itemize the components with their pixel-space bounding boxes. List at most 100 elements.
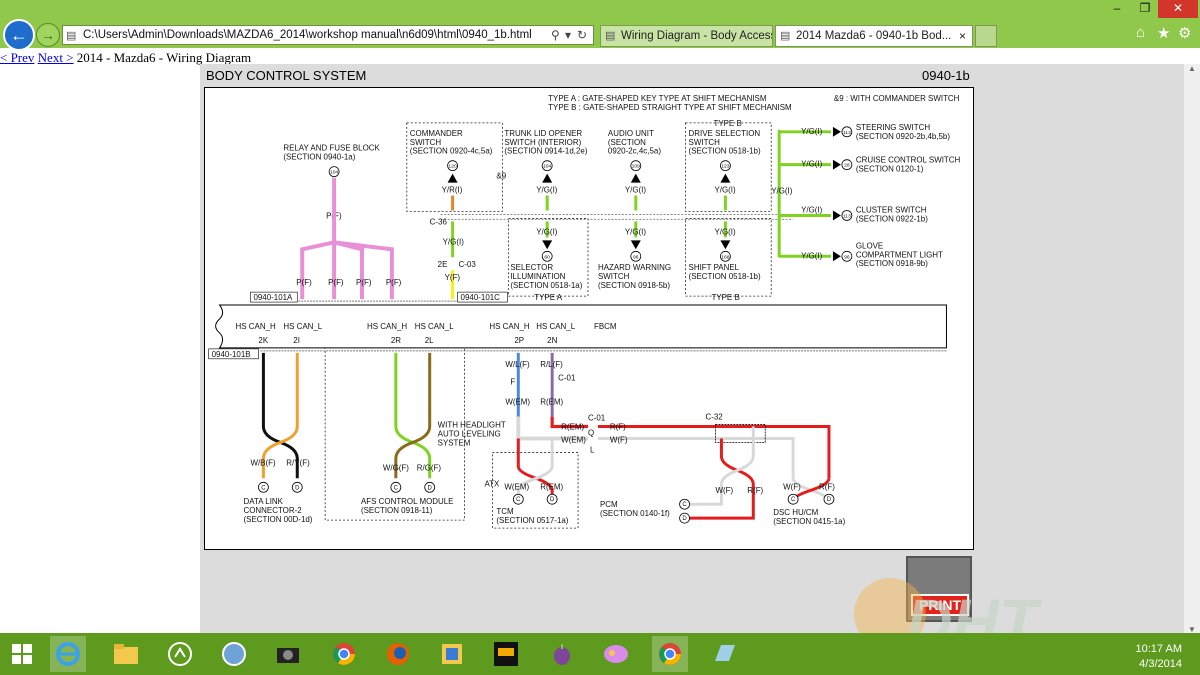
chrome-icon <box>659 643 681 665</box>
refresh-icon[interactable]: ↻ <box>577 26 587 44</box>
audio-pin-label: 109 <box>632 164 641 170</box>
page-icon: ▤ <box>66 30 77 42</box>
taskbar-app-11[interactable] <box>598 636 634 672</box>
afs-pin-1: C <box>394 485 399 491</box>
scroll-up-icon[interactable]: ▲ <box>1184 64 1200 73</box>
dropdown-icon[interactable]: ▾ <box>565 26 571 44</box>
fbcm-conn-b: 0940-101B <box>212 350 251 359</box>
next-link[interactable]: Next > <box>38 50 74 65</box>
start-button[interactable] <box>4 636 40 672</box>
app-icon <box>222 642 246 666</box>
glove-name2: COMPARTMENT LIGHT <box>856 250 943 259</box>
tab-wiring-diagram[interactable]: ▤ Wiring Diagram - Body Access... <box>600 25 773 47</box>
tcm-path-c32: C-32 <box>705 413 723 422</box>
afs-name: AFS CONTROL MODULE <box>361 497 454 506</box>
tcm-path-w-em2: W(EM) <box>561 435 586 444</box>
commander-name2: SWITCH <box>410 138 442 147</box>
app-icon <box>715 645 735 661</box>
right-output-arrows <box>832 126 853 262</box>
taskbar-tor[interactable] <box>544 636 580 672</box>
cruise-section: (SECTION 0120-1) <box>856 165 924 174</box>
settings-gear-icon[interactable]: ⚙ <box>1178 24 1191 42</box>
trunk-name2: SWITCH (INTERIOR) <box>504 138 581 147</box>
home-icon[interactable]: ⌂ <box>1136 24 1145 41</box>
dsc-pin-2: D <box>827 497 832 503</box>
chrome-icon <box>333 643 355 665</box>
hazard-section: (SECTION 0918-5b) <box>598 281 670 290</box>
glove-wire: Y/G(I) <box>801 251 823 260</box>
taskbar-clock[interactable]: 10:17 AM 4/3/2014 <box>1112 642 1182 672</box>
commander-name: COMMANDER <box>410 129 463 138</box>
shift-name: SHIFT PANEL <box>689 263 740 272</box>
address-url: C:\Users\Admin\Downloads\MAZDA6_2014\wor… <box>83 29 532 41</box>
commander-wire: Y/R(I) <box>442 186 463 195</box>
taskbar-app-13[interactable] <box>706 636 742 672</box>
audio-name: AUDIO UNIT <box>608 129 654 138</box>
prev-link[interactable]: < Prev <box>0 50 34 65</box>
relay-pin-wire-2: P(F) <box>328 278 344 287</box>
tcm-path-r-lf: R/L(F) <box>540 360 563 369</box>
new-tab-button[interactable] <box>975 25 997 47</box>
forward-button[interactable]: → <box>36 23 60 47</box>
steering-section: (SECTION 0920-2b,4b,5b) <box>856 132 951 141</box>
commander-section: (SECTION 0920-4c,5a) <box>410 147 493 156</box>
favorites-star-icon[interactable]: ★ <box>1157 24 1170 42</box>
back-button[interactable]: ← <box>3 19 35 51</box>
tcm-name: TCM <box>496 507 513 516</box>
junction-wire-f: Y(F) <box>445 273 461 282</box>
glove-section: (SECTION 0918-9b) <box>856 259 928 268</box>
address-bar[interactable]: ▤ C:\Users\Admin\Downloads\MAZDA6_2014\w… <box>62 25 594 45</box>
shift-pin-label: 168 <box>721 254 730 260</box>
tcm-path-w-em: W(EM) <box>505 398 530 407</box>
tab-active-page[interactable]: ▤ 2014 Mazda6 - 0940-1b Bod... × <box>775 25 973 47</box>
diagram-title: BODY CONTROL SYSTEM <box>206 68 367 83</box>
dlc-wire-1: W/B(F) <box>250 458 276 467</box>
taskbar-app-4[interactable] <box>216 636 252 672</box>
taskbar-app-5[interactable] <box>270 636 306 672</box>
close-window-button[interactable]: ✕ <box>1158 0 1198 18</box>
pcm-pin-2: D <box>682 516 687 522</box>
tab-label: Wiring Diagram - Body Access... <box>621 30 773 42</box>
taskbar-chrome-2[interactable] <box>652 636 688 672</box>
taskbar <box>0 633 1200 675</box>
audio-wire: Y/G(I) <box>625 186 647 195</box>
folder-icon <box>114 644 138 664</box>
diagram-code: 0940-1b <box>922 68 970 83</box>
right-bus-wire: Y/G(I) <box>771 187 793 196</box>
tcm-atx: ATX <box>484 479 500 488</box>
glove-pin: 96 <box>844 254 850 260</box>
taskbar-chrome[interactable] <box>326 636 362 672</box>
onion-icon <box>554 644 570 665</box>
search-icon[interactable]: ⚲ <box>551 26 560 44</box>
relay-pin-wire-1: P(F) <box>296 278 312 287</box>
relay-pin-wire-3: P(F) <box>356 278 372 287</box>
cruise-name: CRUISE CONTROL SWITCH <box>856 156 961 165</box>
selector-pin-label: 60 <box>544 254 550 260</box>
selector-name: SELECTOR <box>510 263 553 272</box>
tcm-path-r-em2: R(EM) <box>561 423 584 432</box>
taskbar-app-3[interactable] <box>162 636 198 672</box>
can-label-1: HS CAN_H <box>236 322 276 331</box>
taskbar-app-9[interactable] <box>488 636 524 672</box>
hazard-wire: Y/G(I) <box>625 227 647 236</box>
junction-conn: C-03 <box>459 260 477 269</box>
close-tab-icon[interactable]: × <box>959 26 966 46</box>
note-type-b: TYPE B : GATE-SHAPED STRAIGHT TYPE AT SH… <box>548 103 792 112</box>
audio-name2: (SECTION <box>608 138 646 147</box>
relay-name: RELAY AND FUSE BLOCK <box>283 144 380 153</box>
minimize-button[interactable]: – <box>1104 0 1130 18</box>
taskbar-explorer[interactable] <box>108 636 144 672</box>
app-icon <box>604 645 628 663</box>
afs-section: (SECTION 0918-11) <box>361 506 433 515</box>
check-icon <box>494 642 518 666</box>
taskbar-ie[interactable] <box>50 636 86 672</box>
pcm-wire-r: R(F) <box>747 486 763 495</box>
firefox-icon <box>387 643 409 665</box>
vertical-scrollbar[interactable]: ▲ ▼ <box>1183 64 1200 634</box>
browser-toolbar: ← → ▤ C:\Users\Admin\Downloads\MAZDA6_20… <box>0 0 1200 51</box>
tab-label: 2014 Mazda6 - 0940-1b Bod... <box>796 30 952 42</box>
taskbar-app-8[interactable] <box>434 636 470 672</box>
trunk-pin-label: 104 <box>543 164 552 170</box>
taskbar-firefox[interactable] <box>380 636 416 672</box>
restore-button[interactable]: ❐ <box>1132 0 1158 18</box>
